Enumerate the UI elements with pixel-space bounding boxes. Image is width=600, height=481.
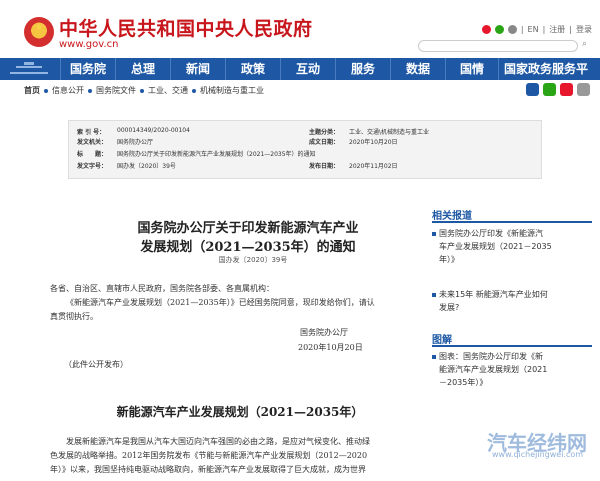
register-link[interactable]: 注册: [549, 24, 565, 35]
related-link-text[interactable]: 未来15年 新能源汽车产业如何: [439, 290, 548, 299]
nav-item-state-council[interactable]: 国务院: [60, 58, 115, 80]
search-input[interactable]: [418, 40, 578, 52]
nav-item-service[interactable]: 服务: [335, 58, 390, 80]
plan-paragraph: 发展新能源汽车是我国从汽车大国迈向汽车强国的必由之路，是应对气候变化、推动绿: [66, 437, 370, 446]
breadcrumb-separator-icon: [140, 88, 144, 93]
date-value: 2020年10月20日: [349, 139, 398, 146]
share-bar: [526, 83, 590, 96]
bullet-icon: [432, 354, 436, 359]
top-link-sep: |: [569, 25, 572, 34]
document-title-line: 国务院办公厅关于印发新能源汽车产业: [137, 221, 359, 236]
breadcrumb: 首页 信息公开 国务院文件 工业、交通 机械制造与重工业: [24, 85, 264, 96]
font-size-icon[interactable]: [526, 83, 539, 96]
breadcrumb-separator-icon: [192, 88, 196, 93]
wechat-icon[interactable]: [494, 25, 504, 34]
document-metadata-box: 索 引 号： 000014349/2020-00104 发文机关： 国务院办公厅 标…: [68, 120, 542, 179]
english-link[interactable]: EN: [528, 25, 539, 34]
plan-title: 新能源汽车产业发展规划（2021—2035年）: [116, 405, 364, 419]
search-icon[interactable]: ⌕: [582, 39, 592, 49]
national-emblem-icon: [24, 17, 54, 47]
site-title[interactable]: 中华人民共和国中央人民政府: [59, 14, 313, 41]
issuer-value: 国务院办公厅: [117, 139, 154, 146]
title-label: 标 题：: [77, 151, 108, 158]
sign-date: 2020年10月20日: [298, 343, 363, 352]
related-link-text[interactable]: 国务院办公厅印发《新能源汽: [439, 229, 543, 238]
breadcrumb-separator-icon: [88, 88, 92, 93]
body-paragraph: 真贯彻执行。: [50, 312, 98, 321]
weibo-share-icon[interactable]: [560, 83, 573, 96]
top-link-sep: |: [542, 25, 546, 34]
top-link-sep: |: [520, 25, 524, 34]
related-link-text[interactable]: 车产业发展规划（2021－2035: [439, 242, 552, 251]
breadcrumb-industry-transport[interactable]: 工业、交通: [148, 85, 188, 96]
breadcrumb-state-council-docs[interactable]: 国务院文件: [96, 85, 136, 96]
document-number: 国办发〔2020〕39号: [218, 256, 288, 264]
publish-label: 发布日期：: [309, 163, 340, 170]
document-title: 国务院办公厅关于印发新能源汽车产业 发展规划（2021—2035年）的通知: [108, 219, 388, 257]
nav-item-national-info[interactable]: 国情: [445, 58, 498, 80]
topic-value: 工业、交通\机械制造与重工业: [349, 129, 430, 136]
date-label: 成文日期：: [309, 139, 340, 146]
breadcrumb-machinery[interactable]: 机械制造与重工业: [200, 85, 264, 96]
breadcrumb-info-public[interactable]: 信息公开: [52, 85, 84, 96]
nav-item-policy[interactable]: 政策: [225, 58, 280, 80]
nav-item-premier[interactable]: 总理: [115, 58, 170, 80]
index-label: 索 引 号：: [77, 129, 106, 136]
issuer-label: 发文机关：: [77, 139, 108, 146]
related-link-1[interactable]: 国务院办公厅印发《新能源汽 车产业发展规划（2021－2035 年）》: [432, 227, 592, 266]
nav-item-service-platform[interactable]: 国家政务服务平台: [498, 58, 593, 98]
index-value: 000014349/2020-00104: [117, 127, 190, 134]
related-reports-divider: [432, 221, 592, 223]
graphic-link-text[interactable]: 图表：国务院办公厅印发《新: [439, 352, 543, 361]
plan-paragraph: 色发展的战略举措。2012年国务院发布《节能与新能源汽车产业发展规划（2012—…: [50, 451, 368, 460]
nav-item-news[interactable]: 新闻: [170, 58, 225, 80]
nav-item-interaction[interactable]: 互动: [280, 58, 335, 80]
topic-label: 主题分类：: [309, 129, 340, 136]
site-header: 中华人民共和国中央人民政府 www.gov.cn | EN | 注册 | 登录 …: [0, 0, 600, 62]
related-reports-heading: 相关报道: [432, 211, 472, 222]
bullet-icon: [432, 292, 436, 297]
weibo-icon[interactable]: [481, 25, 491, 34]
publish-value: 2020年11月02日: [349, 163, 398, 170]
nav-item-data[interactable]: 数据: [390, 58, 445, 80]
signer: 国务院办公厅: [300, 328, 348, 337]
main-nav: 国务院 总理 新闻 政策 互动 服务 数据 国情 国家政务服务平台: [0, 58, 600, 98]
mobile-icon[interactable]: [507, 25, 517, 34]
top-links: | EN | 注册 | 登录: [481, 24, 592, 35]
graphics-divider: [432, 345, 592, 347]
docno-value: 国办发〔2020〕39号: [117, 163, 176, 170]
related-link-2[interactable]: 未来15年 新能源汽车产业如何 发展?: [432, 288, 592, 314]
wechat-share-icon[interactable]: [543, 83, 556, 96]
body-paragraph: 《新能源汽车产业发展规划（2021—2035年）》已经国务院同意，现印发给你们，…: [66, 298, 375, 307]
docno-label: 发文字号：: [77, 163, 108, 170]
breadcrumb-home[interactable]: 首页: [24, 85, 40, 96]
publish-note: （此件公开发布）: [64, 360, 128, 369]
more-share-icon[interactable]: [577, 83, 590, 96]
bullet-icon: [432, 231, 436, 236]
site-domain: www.gov.cn: [59, 39, 119, 50]
breadcrumb-separator-icon: [44, 88, 48, 93]
graphics-heading: 图解: [432, 335, 452, 346]
related-link-text[interactable]: 发展?: [439, 303, 459, 312]
tiananmen-logo-icon[interactable]: [0, 58, 60, 80]
login-link[interactable]: 登录: [576, 24, 592, 35]
salutation: 各省、自治区、直辖市人民政府，国务院各部委、各直属机构：: [50, 284, 274, 293]
graphic-link-text[interactable]: 能源汽车产业发展规划（2021: [439, 365, 547, 374]
related-link-text[interactable]: 年）》: [439, 255, 459, 264]
plan-paragraph: 年）》以来，我国坚持纯电驱动战略取向，新能源汽车产业发展取得了巨大成就，成为世界: [50, 465, 366, 474]
title-value: 国务院办公厅关于印发新能源汽车产业发展规划（2021—2035年）的通知: [117, 151, 316, 158]
graphic-link-1[interactable]: 图表：国务院办公厅印发《新 能源汽车产业发展规划（2021 －2035年）》: [432, 350, 592, 389]
watermark-url: www.qichejingwei.com: [492, 450, 584, 459]
graphic-link-text[interactable]: －2035年）》: [439, 378, 487, 387]
